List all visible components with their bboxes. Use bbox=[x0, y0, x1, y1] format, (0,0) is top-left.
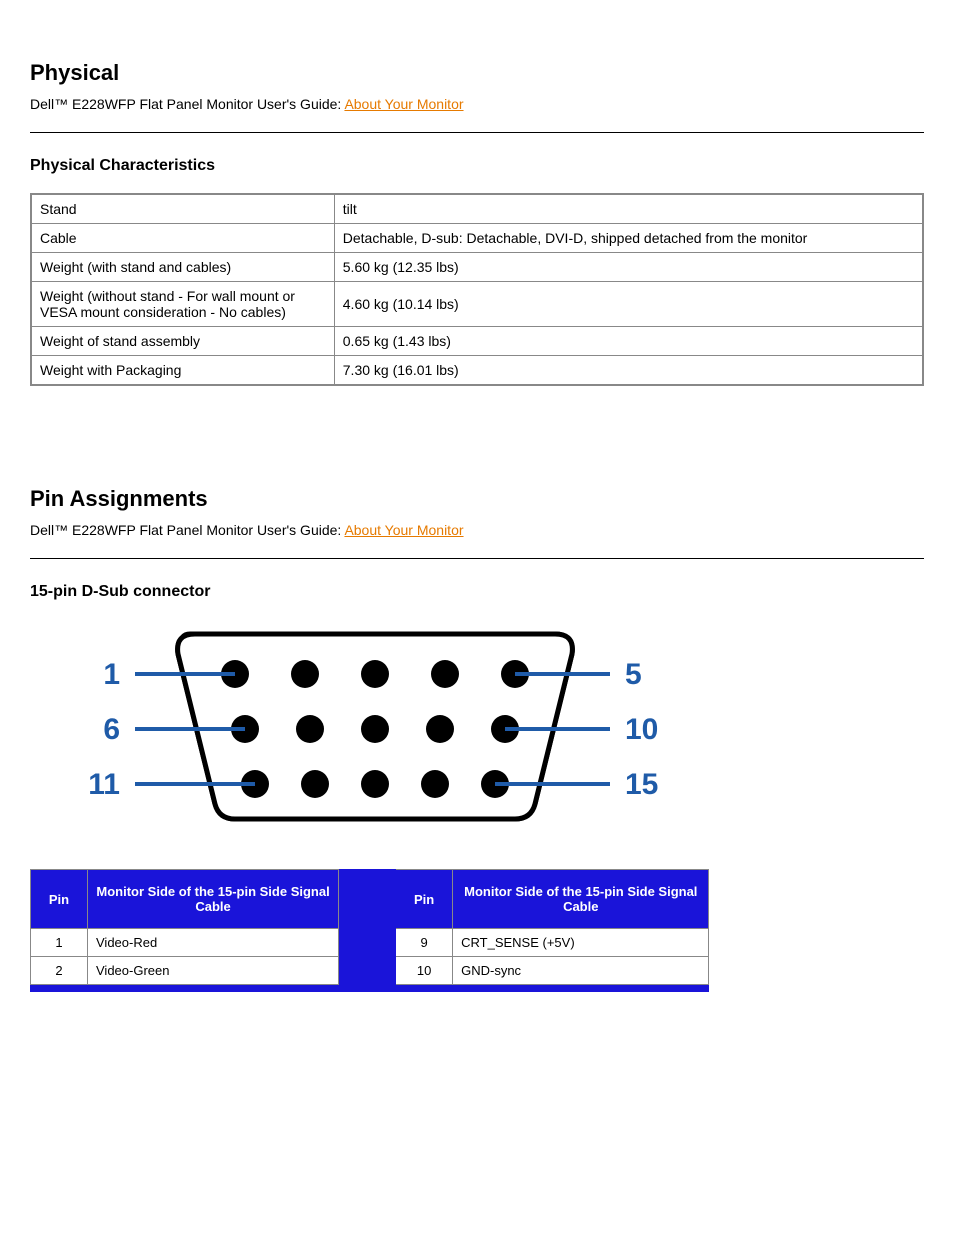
pin-label: 15 bbox=[625, 768, 658, 801]
pin-label: 1 bbox=[103, 658, 120, 691]
table-separator bbox=[339, 957, 396, 985]
pin-label: 10 bbox=[625, 713, 658, 746]
pin-signal: Video-Green bbox=[88, 957, 339, 985]
pin-number: 1 bbox=[31, 929, 88, 957]
table-row: 1 Video-Red 9 CRT_SENSE (+5V) bbox=[31, 929, 709, 957]
spec-label: Weight with Packaging bbox=[31, 356, 334, 386]
table-row: 2 Video-Green 10 GND-sync bbox=[31, 957, 709, 985]
pin-number: 10 bbox=[396, 957, 453, 985]
table-row: Weight (with stand and cables) 5.60 kg (… bbox=[31, 253, 923, 282]
dsub-connector-icon: 1 6 11 5 10 15 bbox=[80, 619, 660, 829]
spec-label: Weight (without stand - For wall mount o… bbox=[31, 282, 334, 327]
breadcrumb: Dell™ E228WFP Flat Panel Monitor User's … bbox=[30, 96, 924, 112]
breadcrumb-prefix: Dell™ E228WFP Flat Panel Monitor User's … bbox=[30, 96, 344, 112]
table-row: Weight with Packaging 7.30 kg (16.01 lbs… bbox=[31, 356, 923, 386]
section-heading: Physical Characteristics bbox=[30, 157, 924, 175]
table-row bbox=[31, 985, 709, 992]
spec-value: 7.30 kg (16.01 lbs) bbox=[334, 356, 923, 386]
col-pin: Pin bbox=[31, 870, 88, 929]
pin-label: 11 bbox=[88, 768, 120, 801]
col-pin: Pin bbox=[396, 870, 453, 929]
pin-label: 6 bbox=[103, 713, 120, 746]
breadcrumb-link[interactable]: About Your Monitor bbox=[344, 522, 463, 538]
table-separator bbox=[339, 929, 396, 957]
table-row: Weight (without stand - For wall mount o… bbox=[31, 282, 923, 327]
spec-label: Weight of stand assembly bbox=[31, 327, 334, 356]
pin-signal: CRT_SENSE (+5V) bbox=[453, 929, 709, 957]
pin-number: 9 bbox=[396, 929, 453, 957]
spec-value: 4.60 kg (10.14 lbs) bbox=[334, 282, 923, 327]
pin-table: Pin Monitor Side of the 15-pin Side Sign… bbox=[30, 869, 709, 992]
breadcrumb: Dell™ E228WFP Flat Panel Monitor User's … bbox=[30, 522, 924, 538]
spec-value: 5.60 kg (12.35 lbs) bbox=[334, 253, 923, 282]
spec-value: 0.65 kg (1.43 lbs) bbox=[334, 327, 923, 356]
table-row: Weight of stand assembly 0.65 kg (1.43 l… bbox=[31, 327, 923, 356]
spec-value: tilt bbox=[334, 194, 923, 224]
table-row: Stand tilt bbox=[31, 194, 923, 224]
table-header-row: Pin Monitor Side of the 15-pin Side Sign… bbox=[31, 870, 709, 929]
section-title: Pin Assignments bbox=[30, 486, 924, 512]
spec-label: Stand bbox=[31, 194, 334, 224]
section-title: Physical bbox=[30, 60, 924, 86]
pin-signal: GND-sync bbox=[453, 957, 709, 985]
connector-diagram: 1 6 11 5 10 15 bbox=[80, 619, 924, 829]
spec-value: Detachable, D-sub: Detachable, DVI-D, sh… bbox=[334, 224, 923, 253]
breadcrumb-prefix: Dell™ E228WFP Flat Panel Monitor User's … bbox=[30, 522, 344, 538]
spec-label: Weight (with stand and cables) bbox=[31, 253, 334, 282]
section-heading: 15-pin D-Sub connector bbox=[30, 583, 924, 601]
spec-table: Stand tilt Cable Detachable, D-sub: Deta… bbox=[30, 193, 924, 386]
pin-signal: Video-Red bbox=[88, 929, 339, 957]
spec-label: Cable bbox=[31, 224, 334, 253]
breadcrumb-link[interactable]: About Your Monitor bbox=[344, 96, 463, 112]
divider bbox=[30, 132, 924, 133]
section-physical: Physical Dell™ E228WFP Flat Panel Monito… bbox=[30, 60, 924, 386]
pin-number: 2 bbox=[31, 957, 88, 985]
divider bbox=[30, 558, 924, 559]
table-separator bbox=[339, 870, 396, 929]
section-pin-assignments: Pin Assignments Dell™ E228WFP Flat Panel… bbox=[30, 486, 924, 992]
col-signal: Monitor Side of the 15-pin Side Signal C… bbox=[453, 870, 709, 929]
pin-label: 5 bbox=[625, 658, 642, 691]
table-separator bbox=[31, 985, 709, 992]
table-row: Cable Detachable, D-sub: Detachable, DVI… bbox=[31, 224, 923, 253]
col-signal: Monitor Side of the 15-pin Side Signal C… bbox=[88, 870, 339, 929]
